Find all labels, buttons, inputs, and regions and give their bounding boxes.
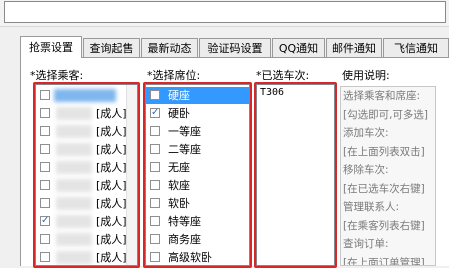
help-line: 查询订单: bbox=[343, 238, 389, 250]
passenger-checkbox[interactable] bbox=[40, 144, 50, 154]
seat-row[interactable]: 商务座 bbox=[146, 231, 249, 248]
seat-row[interactable]: 软卧 bbox=[146, 195, 249, 212]
seat-checkbox[interactable] bbox=[150, 180, 160, 190]
passenger-row[interactable]: [成人] bbox=[36, 249, 137, 265]
seat-checkbox[interactable] bbox=[150, 162, 160, 172]
passenger-name-redacted bbox=[54, 89, 116, 102]
help-text-box: 选择乘客和席座: [勾选即可,可多选] 添加车次: [在上面列表双击] 移除车次: [在已… bbox=[340, 86, 436, 266]
passenger-row[interactable]: [成人] bbox=[36, 105, 137, 122]
seat-type-label: 软座 bbox=[168, 179, 190, 192]
passenger-type-label: [成人] bbox=[96, 125, 127, 138]
passenger-type-label: [成人] bbox=[96, 215, 127, 228]
passenger-row[interactable]: [成人] bbox=[36, 141, 137, 158]
passenger-name-redacted bbox=[56, 161, 92, 174]
seat-type-label: 二等座 bbox=[168, 143, 201, 156]
passenger-type-label: [成人] bbox=[96, 179, 127, 192]
passenger-checkbox[interactable] bbox=[40, 126, 50, 136]
seat-type-label: 高级软卧 bbox=[168, 251, 212, 264]
passengers-header: *选择乘客: bbox=[30, 69, 84, 82]
seat-type-label: 特等座 bbox=[168, 215, 201, 228]
help-line: [在已选车次右键] bbox=[343, 182, 425, 195]
passenger-checkbox[interactable] bbox=[40, 234, 50, 244]
passenger-row[interactable]: [成人] bbox=[36, 195, 137, 212]
tab-fetion-notify[interactable]: 飞信通知 bbox=[383, 38, 449, 57]
seat-row[interactable]: 二等座 bbox=[146, 141, 249, 158]
seats-header: *选择席位: bbox=[147, 69, 201, 82]
seat-row[interactable]: 特等座 bbox=[146, 213, 249, 230]
passenger-checkbox[interactable] bbox=[40, 252, 50, 262]
tab-ticket-settings[interactable]: 抢票设置 bbox=[20, 36, 82, 58]
help-line: 选择乘客和席座: bbox=[343, 90, 421, 102]
tab-strip: 抢票设置 查询起售 最新动态 验证码设置 QQ通知 邮件通知 飞信通知 bbox=[20, 36, 449, 58]
passenger-type-label: [成人] bbox=[96, 251, 127, 264]
trains-header: *已选车次: bbox=[256, 69, 310, 82]
help-line: [在乘客列表右键] bbox=[343, 219, 425, 232]
passenger-row[interactable]: [成人] bbox=[36, 177, 137, 194]
tab-captcha-settings[interactable]: 验证码设置 bbox=[199, 38, 271, 57]
help-line: 添加车次: bbox=[343, 127, 389, 139]
help-line: [在上面订单管理] bbox=[343, 256, 425, 266]
seat-type-label: 商务座 bbox=[168, 233, 201, 246]
passenger-list[interactable]: [成人] [成人] [成人] [成人] [成人] [成人] [成人] [成人] [成人] bbox=[35, 84, 138, 266]
seat-type-label: 硬卧 bbox=[168, 107, 190, 120]
passenger-checkbox[interactable] bbox=[40, 180, 50, 190]
seat-list[interactable]: 硬座硬卧一等座二等座无座软座软卧特等座商务座高级软卧 bbox=[145, 84, 250, 266]
passenger-row[interactable]: [成人] bbox=[36, 231, 137, 248]
passenger-name-redacted bbox=[56, 125, 92, 138]
passenger-row[interactable] bbox=[36, 87, 137, 104]
top-toolbar bbox=[0, 0, 449, 27]
seat-checkbox[interactable] bbox=[150, 252, 160, 262]
train-item[interactable]: T306 bbox=[260, 87, 284, 98]
seat-row[interactable]: 高级软卧 bbox=[146, 249, 249, 265]
seat-checkbox[interactable] bbox=[150, 108, 160, 118]
help-header: 使用说明: bbox=[342, 69, 390, 82]
passenger-name-redacted bbox=[56, 215, 92, 228]
passenger-name-redacted bbox=[56, 143, 92, 156]
tab-qq-notify[interactable]: QQ通知 bbox=[272, 38, 325, 57]
passenger-type-label: [成人] bbox=[96, 143, 127, 156]
passenger-checkbox[interactable] bbox=[40, 198, 50, 208]
passenger-checkbox[interactable] bbox=[40, 90, 50, 100]
passenger-name-redacted bbox=[56, 107, 92, 120]
seat-checkbox[interactable] bbox=[150, 144, 160, 154]
seat-checkbox[interactable] bbox=[150, 126, 160, 136]
seat-row[interactable]: 无座 bbox=[146, 159, 249, 176]
help-line: 移除车次: bbox=[343, 164, 389, 176]
seat-checkbox[interactable] bbox=[150, 90, 160, 100]
passenger-name-redacted bbox=[56, 251, 92, 264]
passenger-checkbox[interactable] bbox=[40, 216, 50, 226]
seat-checkbox[interactable] bbox=[150, 234, 160, 244]
passenger-name-redacted bbox=[56, 179, 92, 192]
passenger-checkbox[interactable] bbox=[40, 162, 50, 172]
passenger-type-label: [成人] bbox=[96, 233, 127, 246]
passenger-row[interactable]: [成人] bbox=[36, 213, 137, 230]
help-line: 管理联系人: bbox=[343, 201, 400, 213]
seat-type-label: 无座 bbox=[168, 161, 190, 174]
seat-type-label: 软卧 bbox=[168, 197, 190, 210]
seat-checkbox[interactable] bbox=[150, 216, 160, 226]
passenger-row[interactable]: [成人] bbox=[36, 123, 137, 140]
tab-email-notify[interactable]: 邮件通知 bbox=[326, 38, 382, 57]
seat-row[interactable]: 硬卧 bbox=[146, 105, 249, 122]
passenger-type-label: [成人] bbox=[96, 107, 127, 120]
seat-row[interactable]: 硬座 bbox=[146, 87, 249, 104]
selected-trains-list[interactable]: T306 bbox=[256, 84, 335, 266]
seat-type-label: 一等座 bbox=[168, 125, 201, 138]
passenger-row[interactable]: [成人] bbox=[36, 159, 137, 176]
seat-type-label: 硬座 bbox=[168, 89, 190, 102]
help-line: [勾选即可,可多选] bbox=[343, 108, 429, 121]
seat-checkbox[interactable] bbox=[150, 198, 160, 208]
passenger-type-label: [成人] bbox=[96, 161, 127, 174]
passenger-name-redacted bbox=[56, 197, 92, 210]
passenger-type-label: [成人] bbox=[96, 197, 127, 210]
help-line: [在上面列表双击] bbox=[343, 145, 425, 158]
seat-row[interactable]: 软座 bbox=[146, 177, 249, 194]
top-input-area[interactable] bbox=[4, 1, 446, 23]
tab-latest-news[interactable]: 最新动态 bbox=[141, 38, 198, 57]
seat-row[interactable]: 一等座 bbox=[146, 123, 249, 140]
passenger-checkbox[interactable] bbox=[40, 108, 50, 118]
passenger-name-redacted bbox=[56, 233, 92, 246]
tab-query-sale[interactable]: 查询起售 bbox=[83, 38, 140, 57]
